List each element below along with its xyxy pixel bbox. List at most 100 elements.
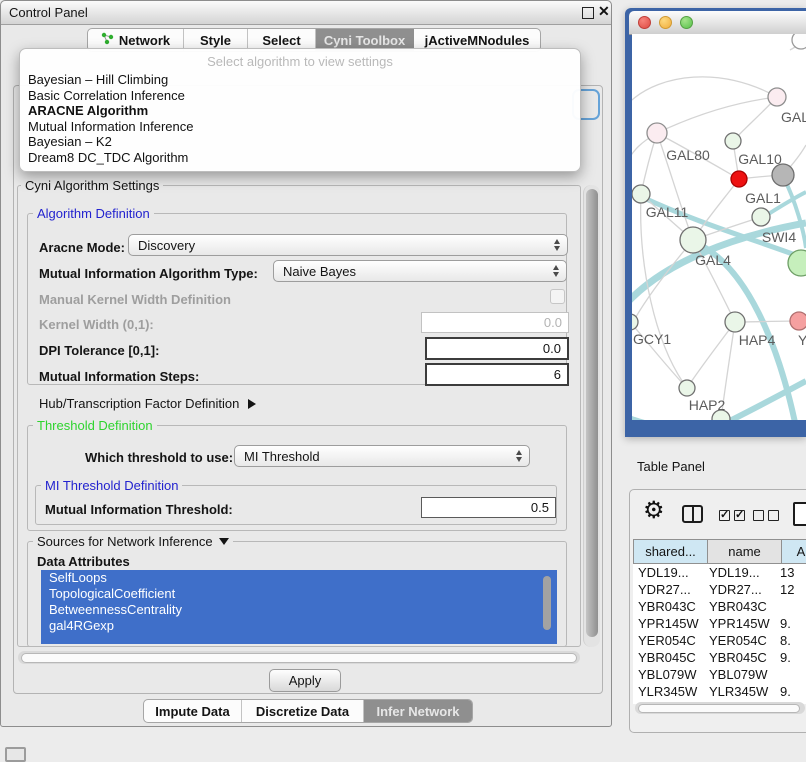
threshold-definition-legend: Threshold Definition <box>33 418 157 433</box>
tab-cyni-toolbox-label: Cyni Toolbox <box>324 33 405 48</box>
table-hscrollbar-thumb[interactable] <box>638 704 800 713</box>
hap4-node[interactable] <box>725 312 745 332</box>
list-item[interactable]: BetweennessCentrality <box>41 602 557 618</box>
table-cell: YLR345W <box>704 684 775 699</box>
node-label: HAP2 <box>689 397 726 413</box>
swi4-node[interactable] <box>752 208 770 226</box>
table-row[interactable]: YER054CYER054C8. <box>633 632 806 649</box>
expand-down-icon <box>219 538 229 545</box>
aracne-mode-select[interactable]: Discovery <box>128 234 568 256</box>
column-header-partial[interactable]: A <box>781 539 806 564</box>
tab-infer-network[interactable]: Infer Network <box>364 700 472 722</box>
algorithm-option[interactable]: Bayesian – Hill Climbing <box>20 72 580 88</box>
hub-transcription-factor-toggle[interactable]: Hub/Transcription Factor Definition <box>39 396 256 411</box>
table-cell: YBR045C <box>704 650 775 665</box>
select-all-columns-icon[interactable]: ✓ ✓ <box>719 510 745 521</box>
table-row[interactable]: YBL079WYBL079W <box>633 666 806 683</box>
column-header-name[interactable]: name <box>707 539 782 564</box>
node-label: GAL4 <box>695 252 731 268</box>
mi-threshold-field[interactable]: 0.5 <box>421 497 556 518</box>
algorithm-option[interactable]: Basic Correlation Inference <box>20 88 580 104</box>
dpi-tolerance-field[interactable]: 0.0 <box>425 337 569 360</box>
network-canvas[interactable]: GALGAL80GAL10GAL1SWI4GAL11GAL4GCY1HAP4YH… <box>632 34 806 420</box>
list-item[interactable]: TopologicalCoefficient <box>41 586 557 602</box>
combo-stepper-icon[interactable] <box>554 239 560 251</box>
table-cell: 12 <box>775 582 806 597</box>
top-partial-node[interactable] <box>792 34 806 49</box>
kernel-width-field[interactable]: 0.0 <box>421 312 569 333</box>
split-columns-icon[interactable] <box>682 505 703 523</box>
salmon-node[interactable] <box>790 312 806 330</box>
algorithm-option-selected[interactable]: ARACNE Algorithm <box>20 103 580 119</box>
table-panel: ⚙ ✓ ✓ shared... name A YDL19...YDL19...1… <box>629 489 806 733</box>
gal1-node[interactable] <box>731 171 747 187</box>
settings-vscrollbar-thumb[interactable] <box>586 189 598 637</box>
control-panel-titlebar: Control Panel ✕ <box>1 1 611 25</box>
which-threshold-select[interactable]: MI Threshold <box>234 445 530 467</box>
column-header-shared-name[interactable]: shared... <box>633 539 708 564</box>
table-cell: YDR27... <box>633 582 704 597</box>
combo-stepper-icon[interactable] <box>553 265 559 277</box>
gal10-node[interactable] <box>725 133 741 149</box>
manual-kernel-width-checkbox[interactable] <box>550 289 565 304</box>
mi-steps-field[interactable]: 6 <box>425 363 569 386</box>
table-row[interactable]: YBR045CYBR045C9. <box>633 649 806 666</box>
hap2-node[interactable] <box>679 380 695 396</box>
collapsed-panel-button[interactable] <box>5 747 26 762</box>
apply-button[interactable]: Apply <box>269 669 341 692</box>
gal4-node[interactable] <box>680 227 706 253</box>
table-cell: 9. <box>775 616 806 631</box>
close-traffic-light[interactable] <box>638 16 651 29</box>
zoom-traffic-light[interactable] <box>680 16 693 29</box>
tab-style-label: Style <box>200 33 231 48</box>
table-header-row: shared... name A <box>633 539 806 564</box>
network-window-titlebar[interactable] <box>629 11 806 35</box>
unchecked-box-icon <box>753 510 764 521</box>
tab-impute-data[interactable]: Impute Data <box>144 700 242 722</box>
algorithm-option[interactable]: Dream8 DC_TDC Algorithm <box>20 150 580 166</box>
deselect-all-columns-icon[interactable] <box>753 510 779 521</box>
tab-discretize-data[interactable]: Discretize Data <box>242 700 364 722</box>
gear-icon[interactable]: ⚙ <box>643 499 665 523</box>
combo-stepper-icon[interactable] <box>516 450 522 462</box>
which-threshold-value: MI Threshold <box>244 449 320 464</box>
table-row[interactable]: YPR145WYPR145W9. <box>633 615 806 632</box>
mi-threshold-definition-legend: MI Threshold Definition <box>41 478 182 493</box>
gal-pink-node[interactable] <box>768 88 786 106</box>
settings-hscrollbar-thumb[interactable] <box>21 653 577 663</box>
close-icon[interactable]: ✕ <box>598 3 610 20</box>
gcy1-node[interactable] <box>632 314 638 330</box>
list-item[interactable]: gal4RGexp <box>41 618 557 634</box>
table-hscrollbar[interactable] <box>635 702 805 714</box>
dpi-tolerance-label: DPI Tolerance [0,1]: <box>39 343 159 358</box>
sources-legend-toggle[interactable]: Sources for Network Inference <box>33 534 233 549</box>
mi-algorithm-type-select[interactable]: Naive Bayes <box>273 260 567 282</box>
table-row[interactable]: YLR345WYLR345W9. <box>633 683 806 700</box>
float-window-icon[interactable] <box>582 7 594 19</box>
list-scrollbar-thumb[interactable] <box>543 576 551 630</box>
settings-vscrollbar[interactable] <box>583 185 600 647</box>
minimize-traffic-light[interactable] <box>659 16 672 29</box>
algorithm-option[interactable]: Bayesian – K2 <box>20 134 580 150</box>
gal80-node[interactable] <box>647 123 667 143</box>
table-panel-title: Table Panel <box>637 459 705 474</box>
kernel-width-label: Kernel Width (0,1): <box>39 317 154 332</box>
gray-node[interactable] <box>772 164 794 186</box>
gal11-node[interactable] <box>632 185 650 203</box>
node-label: GAL80 <box>666 147 710 163</box>
table-row[interactable]: YBR043CYBR043C <box>633 598 806 615</box>
unchecked-box-icon <box>768 510 779 521</box>
list-item[interactable]: SelfLoops <box>41 570 557 586</box>
sources-legend-label: Sources for Network Inference <box>37 534 213 549</box>
table-cell: YDL19... <box>633 565 704 580</box>
table-cell: YBR043C <box>633 599 704 614</box>
algorithm-option[interactable]: Mutual Information Inference <box>20 119 580 135</box>
table-row[interactable]: YDR27...YDR27...12 <box>633 581 806 598</box>
table-cell: 8. <box>775 633 806 648</box>
manual-kernel-width-label: Manual Kernel Width Definition <box>39 292 231 307</box>
export-table-icon[interactable] <box>793 502 806 526</box>
mi-algorithm-type-value: Naive Bayes <box>283 264 356 279</box>
table-cell: 9. <box>775 684 806 699</box>
table-row[interactable]: YDL19...YDL19...13 <box>633 564 806 581</box>
settings-hscrollbar[interactable] <box>18 651 580 664</box>
